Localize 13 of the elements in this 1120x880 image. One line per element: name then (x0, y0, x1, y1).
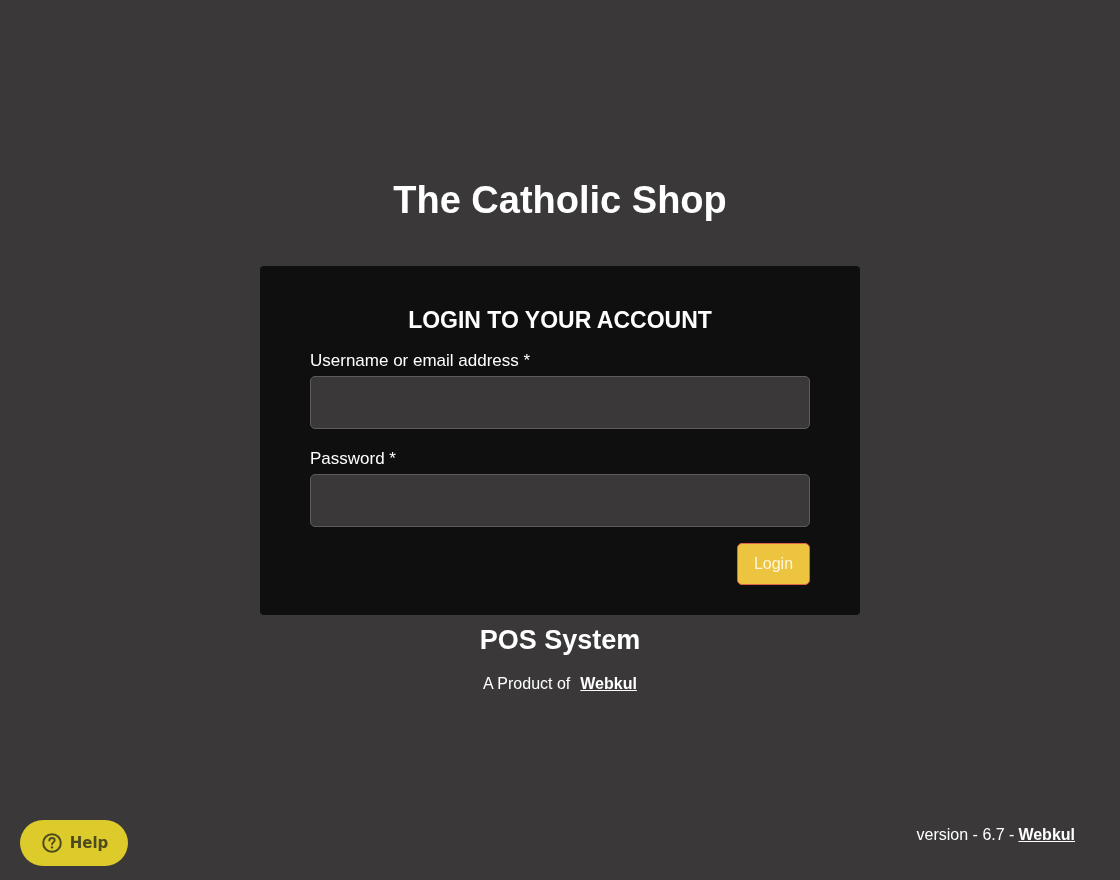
help-button[interactable]: Help (20, 820, 128, 866)
webkul-link[interactable]: Webkul (1018, 825, 1075, 845)
field-label: Password * (310, 448, 396, 470)
input-field[interactable] (310, 376, 810, 429)
webkul-link[interactable]: Webkul (580, 674, 637, 694)
shop-title: The Catholic Shop (393, 178, 727, 223)
product-tagline: A Product of (483, 674, 571, 694)
form-heading: LOGIN TO YOUR ACCOUNT (407, 307, 713, 333)
input-field[interactable] (310, 474, 810, 527)
version-text: version - 6.7 - (916, 825, 1015, 845)
field-label: Username or email address * (310, 350, 531, 372)
help-icon (41, 833, 62, 853)
product-name: POS System (479, 624, 641, 657)
